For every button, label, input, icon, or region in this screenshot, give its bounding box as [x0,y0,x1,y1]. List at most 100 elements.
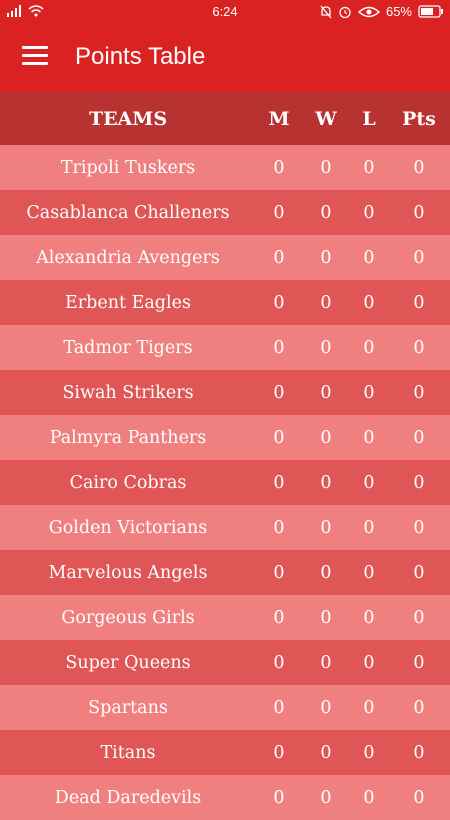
points-cell: 0 [413,652,425,673]
losses-cell: 0 [363,427,375,448]
wins-cell: 0 [320,247,332,268]
team-name: Marvelous Angels [48,562,208,583]
matches-cell: 0 [273,247,285,268]
wins-cell: 0 [320,292,332,313]
matches-cell: 0 [273,697,285,718]
losses-cell: 0 [363,202,375,223]
table-row: Alexandria Avengers 0 0 0 0 [0,235,450,280]
wins-cell: 0 [320,157,332,178]
team-name: Tripoli Tuskers [60,157,196,178]
table-row: Titans 0 0 0 0 [0,730,450,775]
team-name: Dead Daredevils [54,787,202,808]
losses-cell: 0 [363,562,375,583]
table-row: Siwah Strikers 0 0 0 0 [0,370,450,415]
team-name: Tadmor Tigers [63,337,193,358]
wins-cell: 0 [320,787,332,808]
menu-icon[interactable] [22,46,48,68]
points-cell: 0 [413,427,425,448]
losses-cell: 0 [363,787,375,808]
page-title: Points Table [75,43,206,70]
wins-cell: 0 [320,382,332,403]
matches-cell: 0 [273,292,285,313]
table-row: Super Queens 0 0 0 0 [0,640,450,685]
losses-cell: 0 [363,292,375,313]
wins-cell: 0 [320,427,332,448]
status-right-icons: 65% [320,4,444,19]
bell-muted-icon [320,5,332,18]
points-cell: 0 [413,157,425,178]
header-teams: TEAMS [88,107,168,130]
table-row: Golden Victorians 0 0 0 0 [0,505,450,550]
team-name: Golden Victorians [48,517,208,538]
table-row: Tripoli Tuskers 0 0 0 0 [0,145,450,190]
points-cell: 0 [413,382,425,403]
team-name: Siwah Strikers [62,382,194,403]
matches-cell: 0 [273,607,285,628]
team-name: Titans [100,742,156,763]
wins-cell: 0 [320,652,332,673]
wins-cell: 0 [320,517,332,538]
points-table-rows: Tripoli Tuskers 0 0 0 0 Casablanca Challeners… [0,145,450,820]
team-name: Erbent Eagles [65,292,191,313]
points-cell: 0 [413,292,425,313]
matches-cell: 0 [273,562,285,583]
matches-cell: 0 [273,787,285,808]
header-matches: M [268,107,290,130]
alarm-icon [339,6,351,18]
table-row: Erbent Eagles 0 0 0 0 [0,280,450,325]
losses-cell: 0 [363,607,375,628]
losses-cell: 0 [363,697,375,718]
losses-cell: 0 [363,157,375,178]
battery-percent: 65% [385,4,412,19]
eye-icon [357,6,380,17]
table-row: Tadmor Tigers 0 0 0 0 [0,325,450,370]
status-bar: 6:24 65% [0,0,450,24]
losses-cell: 0 [363,652,375,673]
table-row: Palmyra Panthers 0 0 0 0 [0,415,450,460]
wins-cell: 0 [320,562,332,583]
battery-icon [418,5,443,18]
header-losses: L [362,107,376,130]
wins-cell: 0 [320,202,332,223]
app-bar: Points Table [0,24,450,92]
wins-cell: 0 [320,472,332,493]
losses-cell: 0 [363,247,375,268]
table-row: Cairo Cobras 0 0 0 0 [0,460,450,505]
table-row: Spartans 0 0 0 0 [0,685,450,730]
points-cell: 0 [413,742,425,763]
points-cell: 0 [413,607,425,628]
points-cell: 0 [413,247,425,268]
table-row: Dead Daredevils 0 0 0 0 [0,775,450,820]
matches-cell: 0 [273,742,285,763]
losses-cell: 0 [363,517,375,538]
team-name: Super Queens [65,652,191,673]
wins-cell: 0 [320,607,332,628]
matches-cell: 0 [273,472,285,493]
losses-cell: 0 [363,382,375,403]
matches-cell: 0 [273,427,285,448]
points-cell: 0 [413,697,425,718]
points-cell: 0 [413,202,425,223]
wins-cell: 0 [320,742,332,763]
matches-cell: 0 [273,202,285,223]
points-cell: 0 [413,787,425,808]
points-cell: 0 [413,517,425,538]
matches-cell: 0 [273,652,285,673]
table-row: Gorgeous Girls 0 0 0 0 [0,595,450,640]
losses-cell: 0 [363,742,375,763]
matches-cell: 0 [273,517,285,538]
team-name: Casablanca Challeners [26,202,230,223]
header-points: Pts [402,107,436,130]
points-cell: 0 [413,562,425,583]
team-name: Palmyra Panthers [49,427,207,448]
team-name: Spartans [88,697,168,718]
table-header: TEAMS M W L Pts [0,92,450,145]
wins-cell: 0 [320,697,332,718]
losses-cell: 0 [363,472,375,493]
table-row: Casablanca Challeners 0 0 0 0 [0,190,450,235]
matches-cell: 0 [273,157,285,178]
header-wins: W [315,107,337,130]
team-name: Alexandria Avengers [36,247,220,268]
matches-cell: 0 [273,337,285,358]
team-name: Gorgeous Girls [61,607,195,628]
